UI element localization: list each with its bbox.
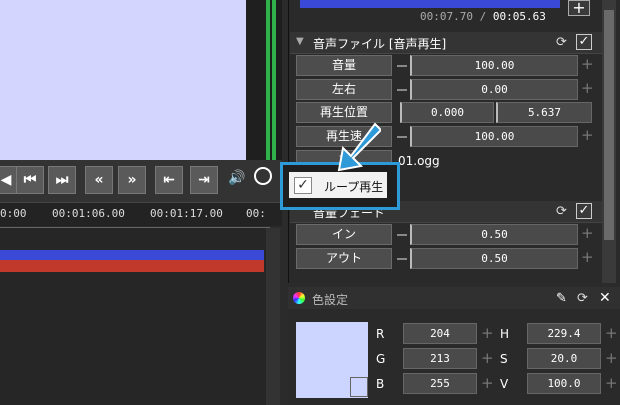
loop-checkbox[interactable]: ✓: [294, 177, 312, 194]
audio-enable-checkbox[interactable]: ✓: [576, 34, 592, 50]
color-panel-title: 色設定: [312, 293, 349, 307]
prev-frame-icon[interactable]: ⏮: [16, 166, 44, 194]
plus-icon[interactable]: +: [605, 324, 618, 342]
b-label: B: [376, 377, 385, 391]
plus-icon[interactable]: +: [581, 226, 594, 241]
volume-label[interactable]: 音量: [296, 55, 392, 76]
preview-margin: [246, 0, 266, 160]
close-icon[interactable]: ✕: [599, 290, 611, 306]
zoom-in-icon[interactable]: [254, 167, 272, 185]
fade-out-value[interactable]: 0.50: [410, 248, 578, 269]
play-speed-value[interactable]: 100.00: [410, 126, 578, 147]
v-value[interactable]: 100.0: [527, 373, 601, 394]
g-label: G: [376, 352, 386, 366]
play-position-end[interactable]: 5.637: [496, 102, 592, 123]
s-value[interactable]: 20.0: [527, 348, 601, 369]
s-label: S: [500, 352, 508, 366]
play-position-start[interactable]: 0.000: [400, 102, 494, 123]
plus-icon[interactable]: +: [581, 81, 594, 96]
seek-bar[interactable]: [300, 0, 560, 8]
play-icon[interactable]: ⏭: [48, 166, 76, 194]
tick-label: 00:: [246, 207, 266, 220]
loop-label: ループ再生: [324, 180, 384, 194]
plus-icon[interactable]: +: [481, 374, 494, 392]
fade-in-label[interactable]: イン: [296, 224, 392, 245]
pointer-arrow-icon: [337, 122, 381, 172]
refresh-icon[interactable]: ⟳: [556, 35, 567, 50]
fade-in-value[interactable]: 0.50: [410, 224, 578, 245]
minus-icon[interactable]: [397, 65, 407, 67]
play-position-label[interactable]: 再生位置: [296, 102, 392, 123]
go-start-icon[interactable]: ⇤: [155, 166, 183, 194]
volume-value[interactable]: 100.00: [410, 55, 578, 76]
audio-clip-bar[interactable]: [0, 260, 264, 272]
plus-icon[interactable]: +: [581, 128, 594, 143]
b-value[interactable]: 255: [403, 373, 477, 394]
plus-icon[interactable]: +: [481, 349, 494, 367]
r-label: R: [376, 327, 385, 341]
refresh-icon[interactable]: ⟳: [577, 291, 588, 306]
fade-enable-checkbox[interactable]: ✓: [576, 203, 592, 219]
add-button[interactable]: +: [568, 0, 590, 16]
fade-out-label[interactable]: アウト: [296, 248, 392, 269]
audio-section-title: 音声ファイル [音声再生]: [313, 37, 447, 51]
pan-value[interactable]: 0.00: [410, 79, 578, 100]
tick-label: 0:00: [0, 207, 27, 220]
eyedropper-icon[interactable]: ✎: [556, 291, 567, 306]
color-swatch-small[interactable]: [350, 377, 368, 397]
minus-icon[interactable]: [397, 89, 407, 91]
rewind-icon[interactable]: «: [85, 166, 113, 194]
file-name: 01.ogg: [398, 154, 440, 168]
audio-level-meter: [266, 0, 282, 160]
minus-icon[interactable]: [397, 258, 407, 260]
plus-icon[interactable]: +: [581, 57, 594, 72]
timeline-scrollbar[interactable]: [266, 228, 280, 405]
tick-label: 00:01:17.00: [150, 207, 223, 220]
pan-label[interactable]: 左右: [296, 79, 392, 100]
g-value[interactable]: 213: [403, 348, 477, 369]
plus-icon[interactable]: +: [581, 250, 594, 265]
h-value[interactable]: 229.4: [527, 323, 601, 344]
h-label: H: [500, 327, 510, 341]
v-label: V: [500, 377, 509, 391]
audio-waveform[interactable]: [0, 250, 264, 260]
video-preview: [0, 0, 246, 160]
minus-icon[interactable]: [397, 136, 407, 138]
plus-icon[interactable]: +: [605, 349, 618, 367]
fast-forward-icon[interactable]: »: [118, 166, 146, 194]
plus-icon[interactable]: +: [605, 374, 618, 392]
time-readout: 00:07.70 / 00:05.63: [420, 10, 546, 23]
tick-label: 00:01:06.00: [52, 207, 125, 220]
speaker-icon[interactable]: 🔊: [228, 170, 245, 186]
collapse-icon[interactable]: ▼: [296, 36, 304, 47]
refresh-icon[interactable]: ⟳: [556, 204, 567, 219]
r-value[interactable]: 204: [403, 323, 477, 344]
go-end-icon[interactable]: ⇥: [190, 166, 218, 194]
minus-icon[interactable]: [397, 234, 407, 236]
color-wheel-icon: [293, 292, 305, 304]
panel-scrollbar[interactable]: [602, 0, 616, 283]
plus-icon[interactable]: +: [481, 324, 494, 342]
